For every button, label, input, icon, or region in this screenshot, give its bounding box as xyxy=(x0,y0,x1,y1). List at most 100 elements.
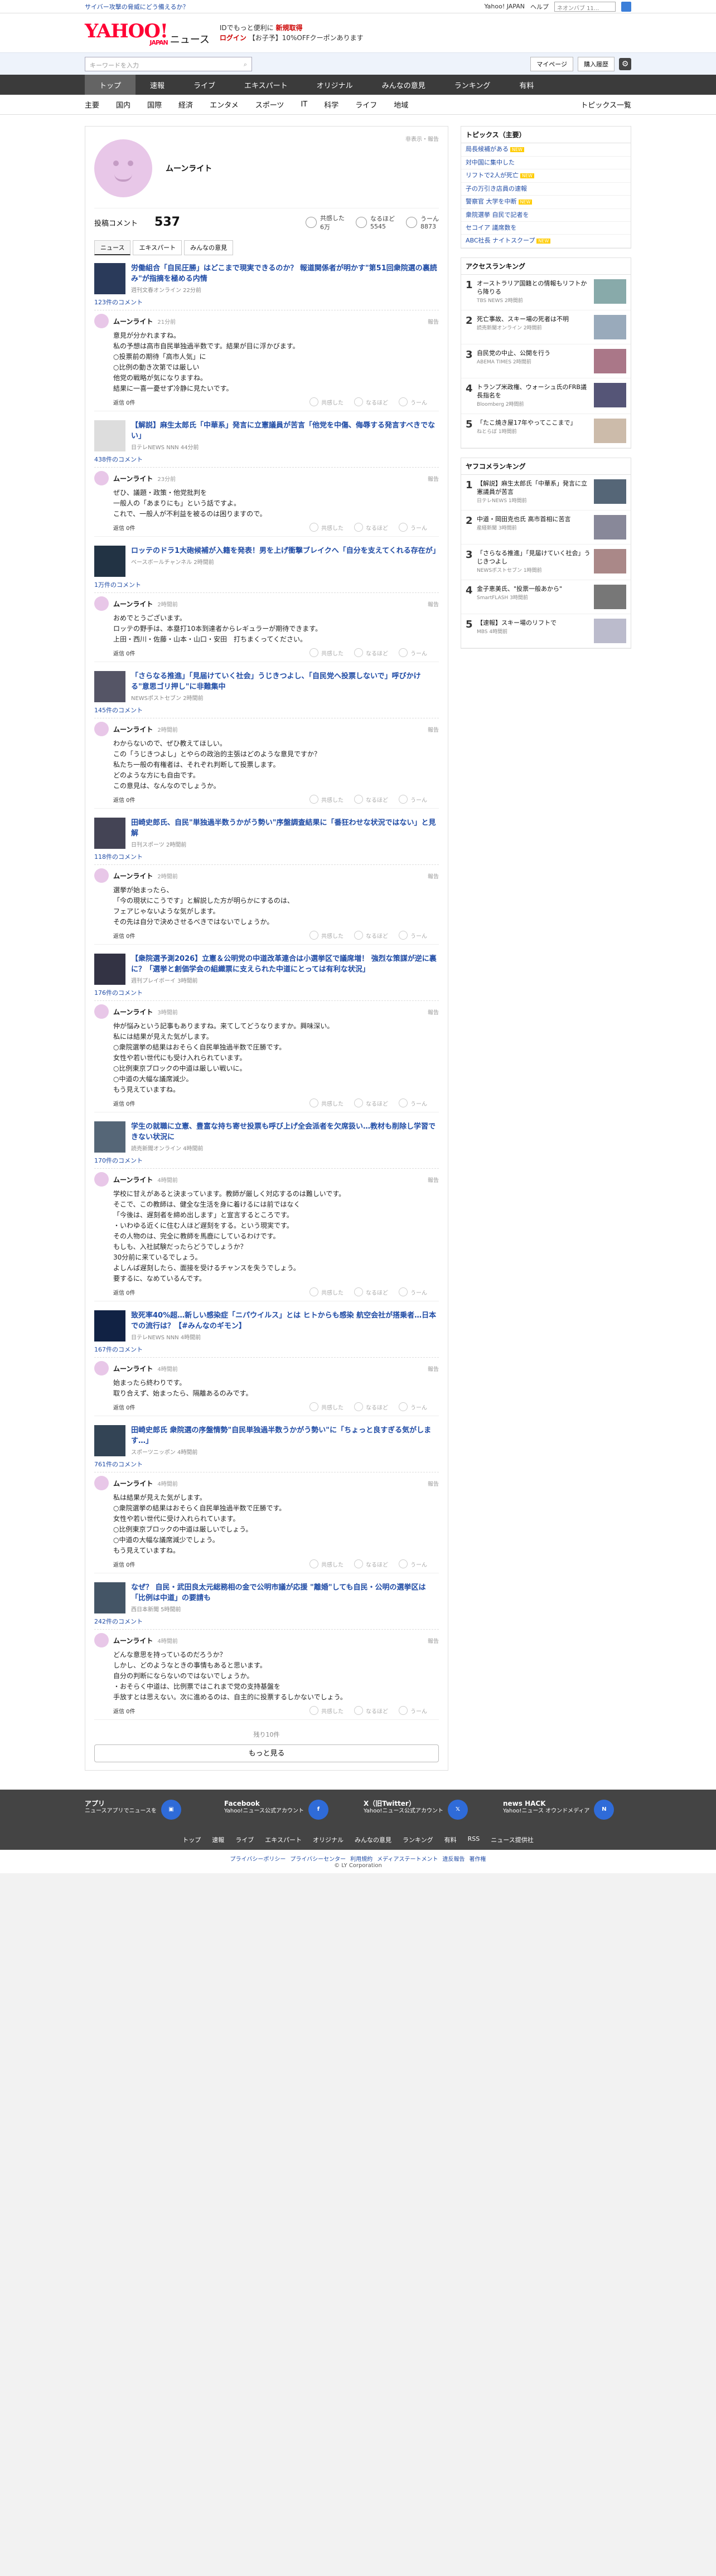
article-thumbnail[interactable] xyxy=(94,263,125,294)
reaction-empathy-button[interactable]: 共感した xyxy=(309,1402,350,1411)
commenter-name[interactable]: ムーンライト xyxy=(113,599,153,609)
cat-local[interactable]: 地域 xyxy=(394,99,408,110)
topic-item[interactable]: セコイア 議席数を xyxy=(461,222,631,235)
article-title[interactable]: 学生の就職に立憲、豊富な持ち寄せ投票も呼び上げ全会派者を欠席扱い…教材も削除し学… xyxy=(131,1121,439,1143)
show-more-button[interactable]: もっと見る xyxy=(94,1744,439,1762)
footer-col[interactable]: Facebook Yahoo!ニュース公式アカウント f xyxy=(224,1800,352,1820)
report-link[interactable]: 報告 xyxy=(428,317,439,325)
reaction-empathy-button[interactable]: 共感した xyxy=(309,931,350,940)
article-thumbnail[interactable] xyxy=(94,1425,125,1456)
reaction-hmm-button[interactable]: うーん xyxy=(399,397,439,406)
reaction-empathy-button[interactable]: 共感した xyxy=(309,1559,350,1568)
article-link[interactable]: 「さらなる推進」「見届けていく社会」うじきつよし、「自民党へ投票しないで」呼びか… xyxy=(94,671,439,702)
article-thumbnail[interactable] xyxy=(94,1310,125,1342)
report-link[interactable]: 報告 xyxy=(428,1636,439,1645)
reaction-insight-button[interactable]: なるほど xyxy=(354,931,394,940)
comment-count-link[interactable]: 167件のコメント xyxy=(94,1345,439,1354)
comment-count-link[interactable]: 176件のコメント xyxy=(94,988,439,997)
commenter-name[interactable]: ムーンライト xyxy=(113,317,153,326)
article-thumbnail[interactable] xyxy=(94,1582,125,1613)
reaction-empathy-button[interactable]: 共感した xyxy=(309,648,350,657)
reaction-hmm-button[interactable]: うーん xyxy=(399,1402,439,1411)
commenter-name[interactable]: ムーンライト xyxy=(113,1175,153,1184)
reply-link[interactable]: 返信 0件 xyxy=(113,649,136,657)
article-thumbnail[interactable] xyxy=(94,818,125,849)
report-link[interactable]: 報告 xyxy=(428,600,439,608)
topic-item[interactable]: 局長候補がある NEW xyxy=(461,143,631,157)
gnav-live[interactable]: ライブ xyxy=(179,75,230,95)
ranking-item[interactable]: 2 死亡事故、スキー場の死者は不明 読売新聞オンライン 2時間前 xyxy=(461,310,631,344)
article-title[interactable]: 【衆院選予測2026】立憲＆公明党の中道改革連合は小選挙区で議席増！ 強烈な策謀… xyxy=(131,954,439,975)
cat-life[interactable]: ライフ xyxy=(355,99,377,110)
topics-list-link[interactable]: トピックス一覧 xyxy=(580,99,631,110)
web-search-button[interactable] xyxy=(621,1,631,12)
ranking-item[interactable]: 1 オーストラリア国籍との情報もリフトから降りる TBS NEWS 2時間前 xyxy=(461,275,631,310)
article-thumbnail[interactable] xyxy=(94,671,125,702)
gnav-top[interactable]: トップ xyxy=(85,75,136,95)
reaction-empathy-button[interactable]: 共感した xyxy=(309,523,350,532)
article-link[interactable]: 田崎史郎氏 衆院選の序盤情勢"自民単独過半数うかがう勢い"に「ちょっと良すぎる気… xyxy=(94,1425,439,1456)
reply-link[interactable]: 返信 0件 xyxy=(113,1288,136,1296)
reaction-hmm-button[interactable]: うーん xyxy=(399,1099,439,1107)
commenter-name[interactable]: ムーンライト xyxy=(113,474,153,483)
footer-nav-link[interactable]: RSS xyxy=(468,1835,480,1844)
reaction-insight-button[interactable]: なるほど xyxy=(354,397,394,406)
avatar[interactable] xyxy=(94,1476,109,1490)
ranking-item[interactable]: 4 トランプ米政権、ウォーシュ氏のFRB議長指名を Bloomberg 2時間前 xyxy=(461,378,631,414)
footer-col[interactable]: X（旧Twitter） Yahoo!ニュース公式アカウント 𝕏 xyxy=(364,1800,492,1820)
report-link[interactable]: 報告 xyxy=(428,1364,439,1373)
ranking-item[interactable]: 3 「さらなる推進」「見届けていく社会」うじきつよし NEWSポストセブン 1時間前 xyxy=(461,545,631,580)
avatar[interactable] xyxy=(94,314,109,328)
article-link[interactable]: 田崎史郎氏、自民"単独過半数うかがう勢い"序盤調査結果に「番狂わせな状況ではない… xyxy=(94,818,439,849)
top-promo-link[interactable]: サイバー攻撃の脅威にどう備えるか？ xyxy=(85,2,188,11)
gnav-expert[interactable]: エキスパート xyxy=(230,75,302,95)
reaction-empathy-button[interactable]: 共感した xyxy=(309,397,350,406)
x-icon[interactable]: 𝕏 xyxy=(447,1800,468,1820)
article-link[interactable]: 致死率40%超…新しい感染症「ニパウイルス」とは ヒトからも感染 航空会社が搭乗… xyxy=(94,1310,439,1342)
legal-link[interactable]: メディアステートメント xyxy=(377,1854,438,1863)
reaction-hmm-button[interactable]: うーん xyxy=(399,1706,439,1715)
reply-link[interactable]: 返信 0件 xyxy=(113,1560,136,1568)
footer-nav-link[interactable]: エキスパート xyxy=(265,1835,302,1844)
legal-link[interactable]: 利用規約 xyxy=(350,1854,372,1863)
commenter-name[interactable]: ムーンライト xyxy=(113,1364,153,1373)
report-link[interactable]: 報告 xyxy=(428,1008,439,1016)
reaction-insight-button[interactable]: なるほど xyxy=(354,523,394,532)
report-link[interactable]: 報告 xyxy=(428,1175,439,1184)
gnav-original[interactable]: オリジナル xyxy=(302,75,367,95)
cat-science[interactable]: 科学 xyxy=(324,99,338,110)
commenter-name[interactable]: ムーンライト xyxy=(113,871,153,881)
article-title[interactable]: 田崎史郎氏、自民"単独過半数うかがう勢い"序盤調査結果に「番狂わせな状況ではない… xyxy=(131,818,439,839)
hide-report-link[interactable]: 非表示・報告 xyxy=(405,134,439,143)
reply-link[interactable]: 返信 0件 xyxy=(113,931,136,940)
avatar[interactable] xyxy=(94,868,109,883)
cat-economy[interactable]: 経済 xyxy=(178,99,193,110)
reply-link[interactable]: 返信 0件 xyxy=(113,1403,136,1411)
reaction-empathy-button[interactable]: 共感した xyxy=(309,1706,350,1715)
article-title[interactable]: なぜ？ 自民・武田良太元総務相の金で公明市議が応援 "離婚"しても自民・公明の選… xyxy=(131,1582,439,1603)
legal-link[interactable]: 違反報告 xyxy=(442,1854,465,1863)
footer-nav-link[interactable]: 有料 xyxy=(444,1835,457,1844)
footer-nav-link[interactable]: ライブ xyxy=(235,1835,254,1844)
keyword-search-input[interactable]: キーワードを入力 ⌕ xyxy=(85,56,252,71)
reaction-empathy-button[interactable]: 共感した xyxy=(309,1287,350,1296)
avatar[interactable] xyxy=(94,722,109,736)
footer-nav-link[interactable]: ランキング xyxy=(403,1835,433,1844)
reaction-insight-button[interactable]: なるほど xyxy=(354,1287,394,1296)
article-thumbnail[interactable] xyxy=(94,546,125,577)
report-link[interactable]: 報告 xyxy=(428,872,439,880)
topic-item[interactable]: ABC社長 ナイトスクープ NEW xyxy=(461,235,631,248)
avatar[interactable] xyxy=(94,1361,109,1376)
avatar[interactable] xyxy=(94,1172,109,1187)
avatar[interactable] xyxy=(94,1633,109,1647)
topic-item[interactable]: リフトで2人が死亡 NEW xyxy=(461,169,631,183)
article-link[interactable]: 学生の就職に立憲、豊富な持ち寄せ投票も呼び上げ全会派者を欠席扱い…教材も削除し学… xyxy=(94,1121,439,1153)
yahoo-logo[interactable]: YAHOO! JAPAN xyxy=(85,20,168,46)
commenter-name[interactable]: ムーンライト xyxy=(113,1479,153,1488)
commenter-name[interactable]: ムーンライト xyxy=(113,1007,153,1017)
avatar[interactable] xyxy=(94,596,109,611)
app-icon[interactable]: ▣ xyxy=(161,1800,181,1820)
reaction-hmm-button[interactable]: うーん xyxy=(399,795,439,804)
gear-icon[interactable]: ⚙ xyxy=(619,57,631,70)
article-title[interactable]: 労働組合「自民圧勝」はどこまで現実できるのか？ 報道関係者が明かす"第51回衆院… xyxy=(131,263,439,284)
